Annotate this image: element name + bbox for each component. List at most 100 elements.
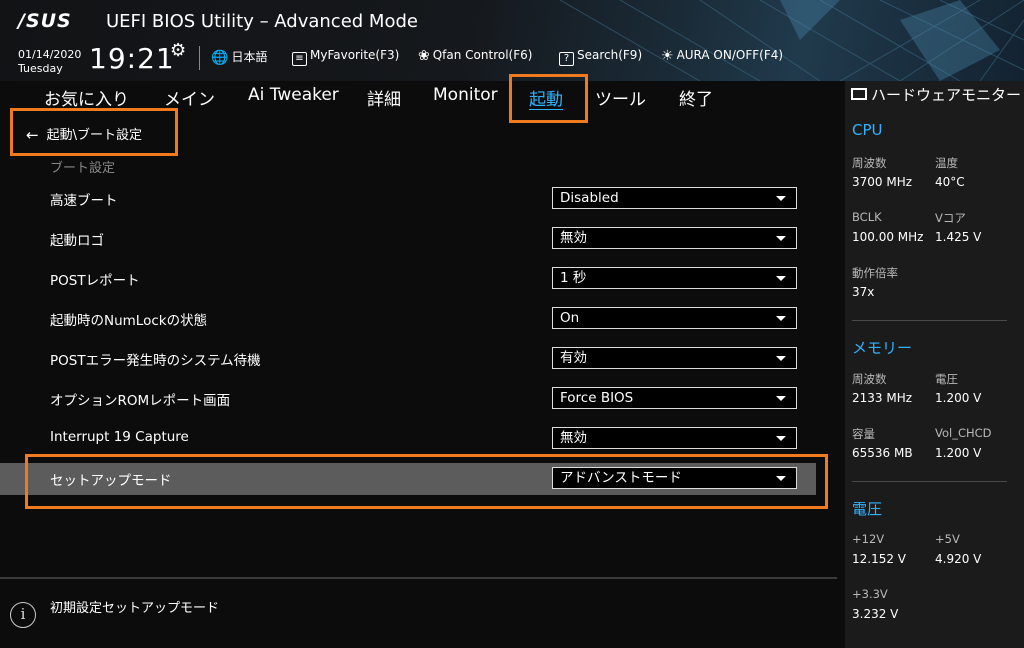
setting-label: 起動時のNumLockの状態 bbox=[50, 313, 208, 329]
tab-tool[interactable]: ツール bbox=[595, 85, 646, 110]
hw-divider bbox=[852, 320, 1007, 321]
setting-row-interrupt19[interactable]: Interrupt 19 Capture 無効 bbox=[0, 423, 837, 455]
hw-monitor-title: ハードウェアモニター bbox=[851, 86, 1021, 104]
mem-vol-chcd-value: 1.200 V bbox=[935, 446, 982, 460]
cpu-freq-value: 3700 MHz bbox=[852, 175, 913, 189]
help-bar: i 初期設定セットアップモード bbox=[0, 577, 837, 648]
v12-value: 12.152 V bbox=[852, 552, 907, 566]
time-display: 19:21 bbox=[89, 42, 175, 75]
mem-freq-value: 2133 MHz bbox=[852, 391, 913, 405]
section-label: ブート設定 bbox=[50, 161, 116, 176]
search-button[interactable]: ? Search(F9) bbox=[559, 48, 642, 66]
tab-main[interactable]: メイン bbox=[164, 85, 215, 110]
caret-down-icon bbox=[776, 236, 786, 241]
caret-down-icon bbox=[776, 436, 786, 441]
mem-volt-value: 1.200 V bbox=[935, 391, 982, 405]
language-label: 日本語 bbox=[231, 50, 268, 64]
post-error-wait-select[interactable]: 有効 bbox=[552, 347, 797, 369]
cpu-bclk-label: BCLK bbox=[852, 210, 882, 224]
setting-label: 高速ブート bbox=[50, 193, 118, 209]
boot-logo-select[interactable]: 無効 bbox=[552, 227, 797, 249]
list-icon: ≡ bbox=[292, 52, 307, 66]
setting-row-option-rom[interactable]: オプションROMレポート画面 Force BIOS bbox=[0, 383, 837, 415]
date-display: 01/14/2020 bbox=[18, 48, 82, 61]
qfan-control-button[interactable]: ❀ Qfan Control(F6) bbox=[418, 48, 532, 64]
setting-label: POSTレポート bbox=[50, 273, 140, 289]
tab-advanced[interactable]: 詳細 bbox=[367, 85, 401, 110]
caret-down-icon bbox=[776, 276, 786, 281]
setting-label: 起動ロゴ bbox=[50, 233, 104, 249]
mem-freq-label: 周波数 bbox=[852, 372, 887, 386]
language-button[interactable]: 🌐 日本語 bbox=[211, 48, 267, 66]
help-text: 初期設定セットアップモード bbox=[50, 601, 220, 616]
post-report-select[interactable]: 1 秒 bbox=[552, 267, 797, 289]
highlight-setup-mode bbox=[25, 454, 828, 509]
tab-exit[interactable]: 終了 bbox=[679, 85, 713, 110]
select-value: 無効 bbox=[560, 230, 587, 246]
v33-value: 3.232 V bbox=[852, 607, 899, 621]
voltage-section-title: 電圧 bbox=[852, 500, 883, 518]
caret-down-icon bbox=[776, 356, 786, 361]
caret-down-icon bbox=[776, 396, 786, 401]
v33-label: +3.3V bbox=[852, 587, 888, 601]
memory-section-title: メモリー bbox=[852, 339, 913, 357]
setting-label: POSTエラー発生時のシステム待機 bbox=[50, 353, 261, 369]
cpu-vcore-value: 1.425 V bbox=[935, 230, 982, 244]
cpu-temp-label: 温度 bbox=[935, 156, 958, 170]
highlight-boot-tab bbox=[509, 74, 588, 123]
cpu-freq-label: 周波数 bbox=[852, 156, 887, 170]
setting-row-numlock[interactable]: 起動時のNumLockの状態 On bbox=[0, 303, 837, 335]
fast-boot-select[interactable]: Disabled bbox=[552, 187, 797, 209]
tab-monitor[interactable]: Monitor bbox=[433, 85, 498, 105]
tab-favorites[interactable]: お気に入り bbox=[44, 85, 129, 110]
day-display: Tuesday bbox=[18, 62, 63, 75]
mem-cap-value: 65536 MB bbox=[852, 446, 913, 460]
caret-down-icon bbox=[776, 316, 786, 321]
select-value: 1 秒 bbox=[560, 270, 587, 286]
numlock-select[interactable]: On bbox=[552, 307, 797, 329]
hw-monitor-title-text: ハードウェアモニター bbox=[871, 86, 1022, 104]
v5-label: +5V bbox=[935, 532, 960, 546]
setting-row-boot-logo[interactable]: 起動ロゴ 無効 bbox=[0, 223, 837, 255]
setting-label: Interrupt 19 Capture bbox=[50, 429, 189, 445]
tab-ai-tweaker[interactable]: Ai Tweaker bbox=[248, 85, 339, 105]
highlight-breadcrumb bbox=[10, 108, 178, 156]
hw-divider bbox=[852, 481, 1007, 482]
select-value: Force BIOS bbox=[560, 390, 634, 406]
select-value: 無効 bbox=[560, 430, 587, 446]
aura-toggle-button[interactable]: ☀ AURA ON/OFF(F4) bbox=[661, 48, 783, 64]
v12-label: +12V bbox=[852, 532, 885, 546]
mem-cap-label: 容量 bbox=[852, 427, 875, 441]
aura-label: AURA ON/OFF(F4) bbox=[676, 48, 784, 62]
setting-row-post-report[interactable]: POSTレポート 1 秒 bbox=[0, 263, 837, 295]
mem-volt-label: 電圧 bbox=[935, 372, 958, 386]
myfavorite-button[interactable]: ≡ MyFavorite(F3) bbox=[292, 48, 399, 66]
interrupt19-select[interactable]: 無効 bbox=[552, 427, 797, 449]
option-rom-select[interactable]: Force BIOS bbox=[552, 387, 797, 409]
setting-label: オプションROMレポート画面 bbox=[50, 393, 231, 409]
cpu-ratio-value: 37x bbox=[852, 285, 875, 299]
bios-title: UEFI BIOS Utility – Advanced Mode bbox=[106, 11, 418, 32]
cpu-vcore-label: Vコア bbox=[935, 211, 966, 225]
select-value: Disabled bbox=[560, 190, 619, 206]
v5-value: 4.920 V bbox=[935, 552, 982, 566]
help-search-icon: ? bbox=[559, 52, 574, 66]
cpu-bclk-value: 100.00 MHz bbox=[852, 230, 924, 244]
mem-vol-chcd-label: Vol_CHCD bbox=[935, 426, 992, 440]
aura-light-icon: ☀ bbox=[661, 48, 674, 64]
asus-logo: /SUS bbox=[18, 10, 72, 32]
hardware-monitor-panel: ハードウェアモニター CPU 周波数 温度 3700 MHz 40°C BCLK… bbox=[845, 81, 1024, 648]
caret-down-icon bbox=[776, 196, 786, 201]
select-value: 有効 bbox=[560, 350, 587, 366]
cpu-section-title: CPU bbox=[852, 121, 883, 139]
cpu-temp-value: 40°C bbox=[935, 175, 965, 189]
setting-row-post-error-wait[interactable]: POSTエラー発生時のシステム待機 有効 bbox=[0, 343, 837, 375]
select-value: On bbox=[560, 310, 580, 326]
header-divider bbox=[199, 46, 200, 70]
setting-row-fast-boot[interactable]: 高速ブート Disabled bbox=[0, 183, 837, 215]
cpu-ratio-label: 動作倍率 bbox=[852, 266, 898, 280]
header-bar: /SUS UEFI BIOS Utility – Advanced Mode 0… bbox=[0, 0, 1024, 81]
gear-icon[interactable]: ⚙ bbox=[170, 40, 186, 61]
qfan-label: Qfan Control(F6) bbox=[432, 48, 533, 62]
search-label: Search(F9) bbox=[577, 48, 643, 62]
